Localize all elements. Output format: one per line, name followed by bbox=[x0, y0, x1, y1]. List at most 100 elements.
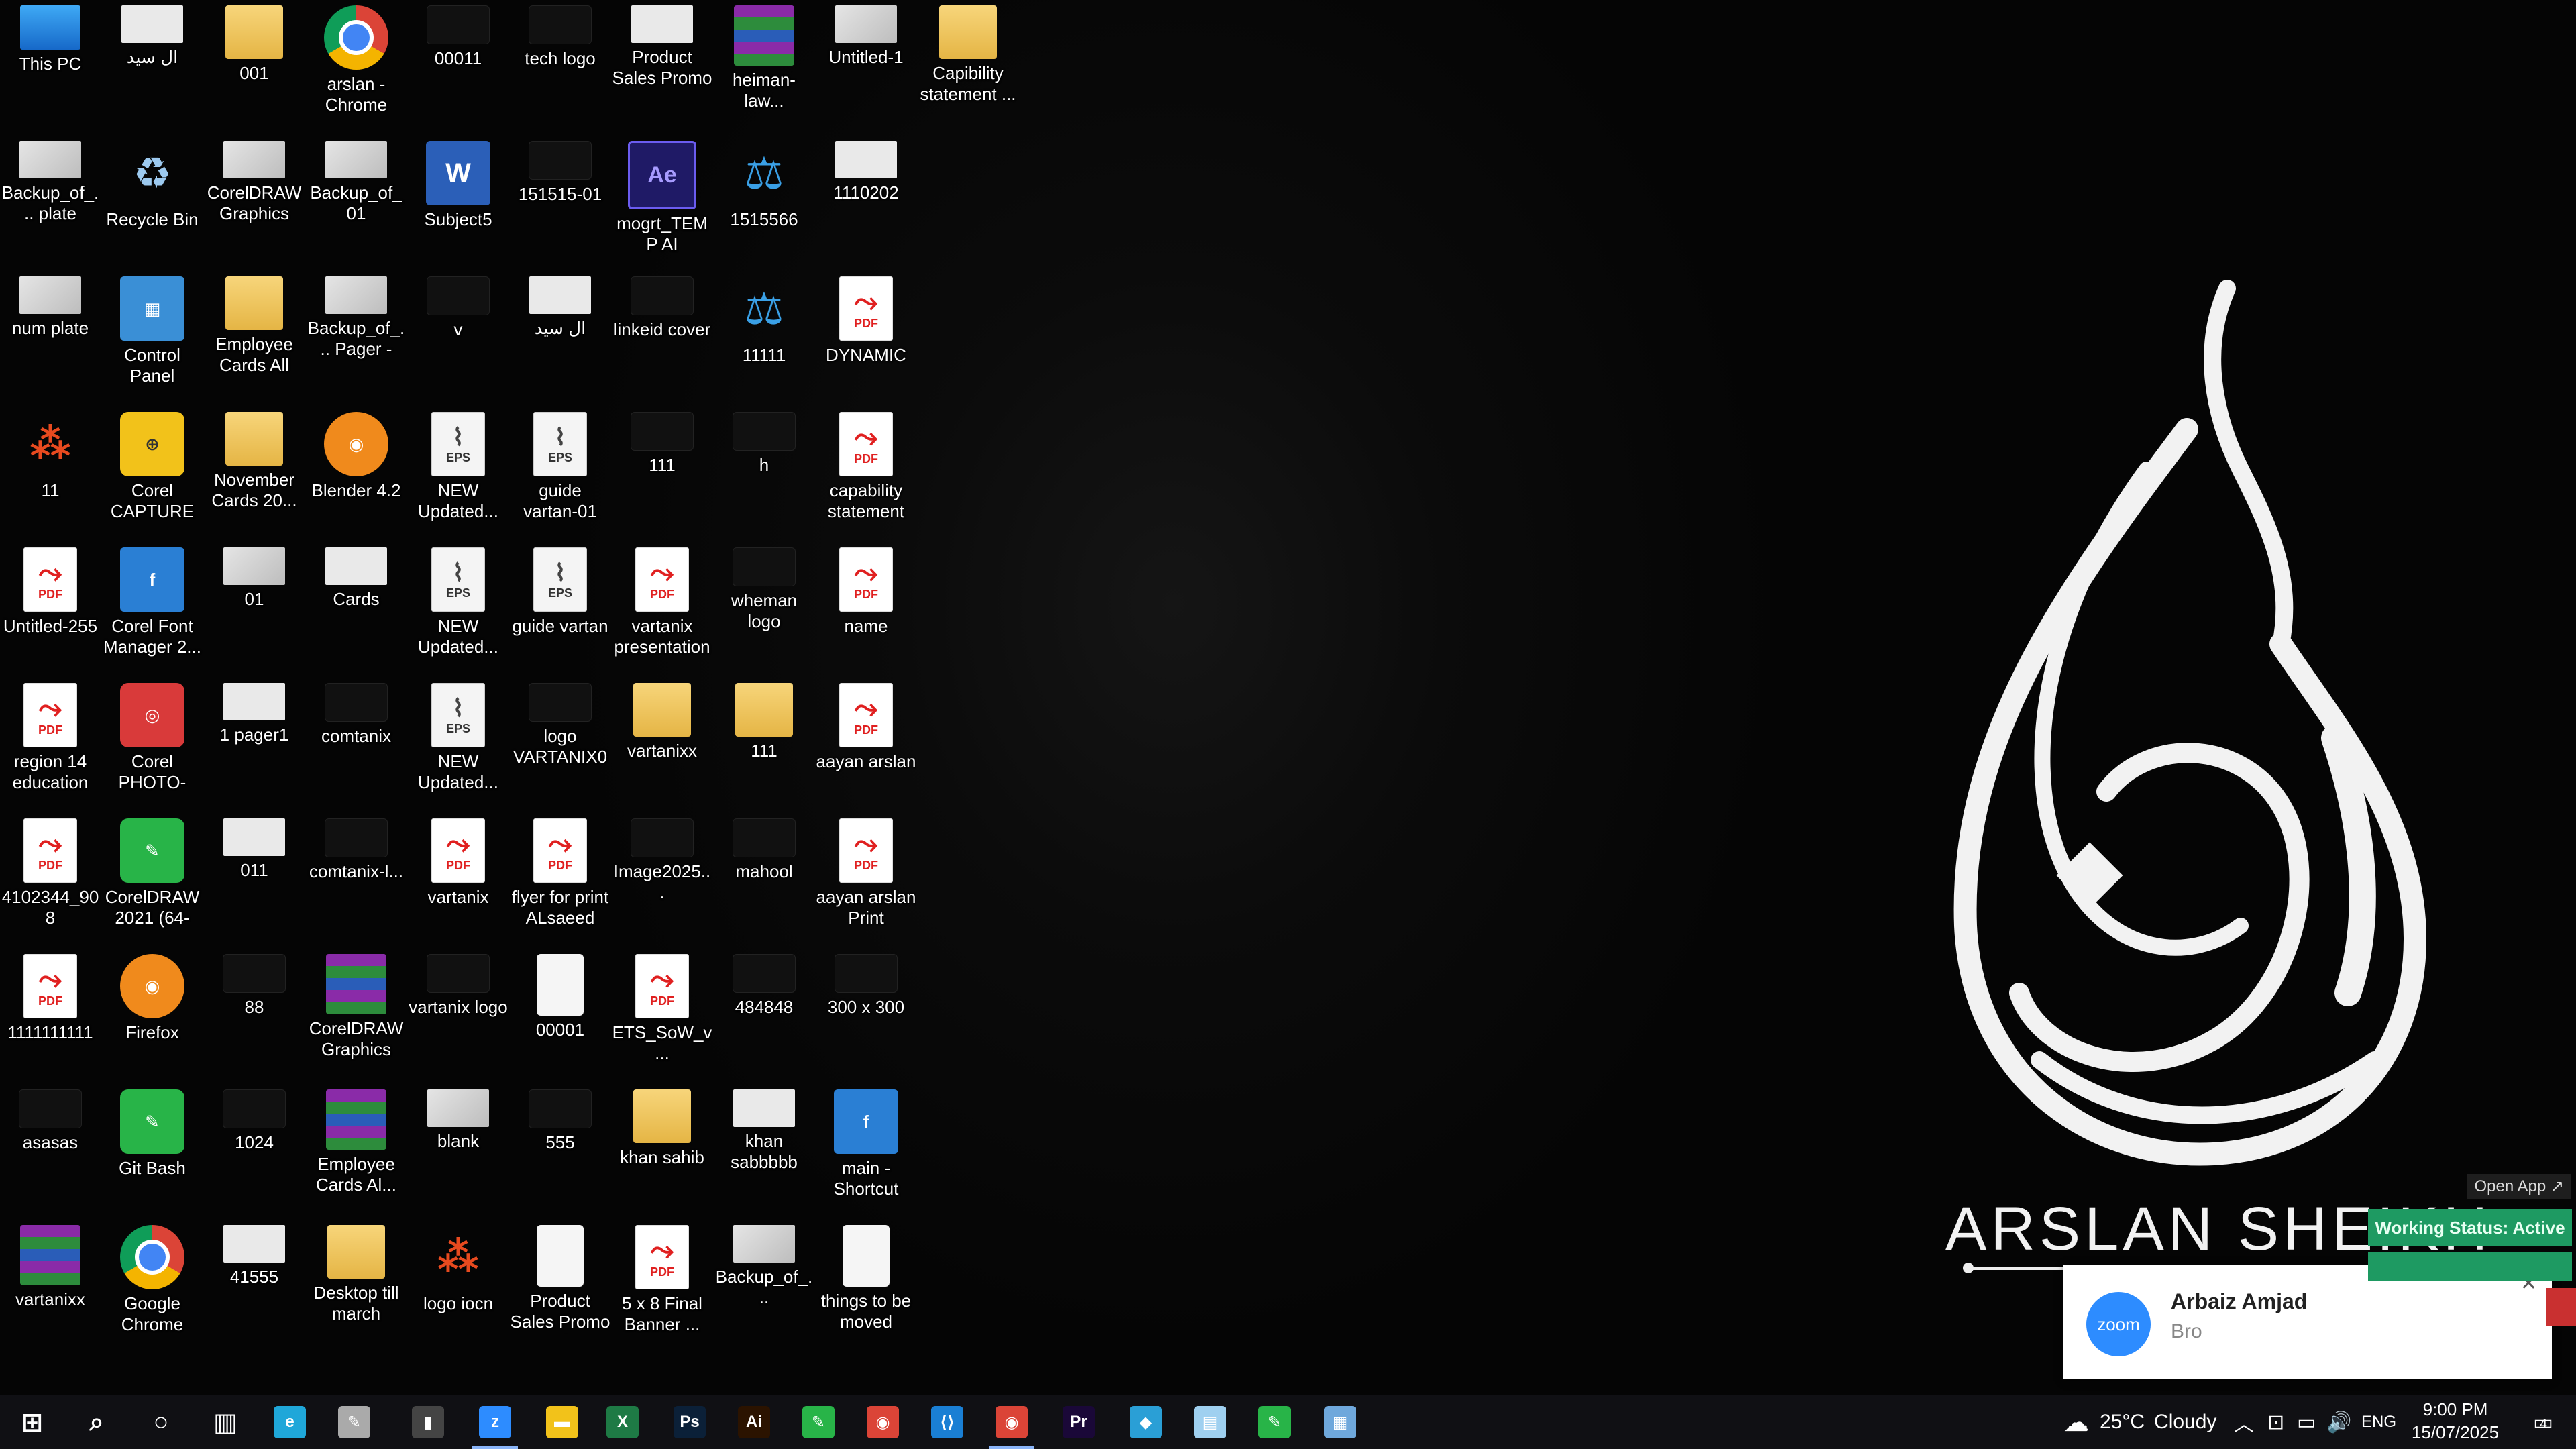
desktop-icon[interactable]: 011 bbox=[204, 813, 305, 945]
desktop-icon[interactable]: ⁂ logo iocn bbox=[408, 1220, 508, 1351]
desktop-icon[interactable]: ⤳ PDF vartanix presentation bbox=[612, 542, 712, 674]
desktop-icon[interactable]: ⚖ 11111 bbox=[714, 271, 814, 402]
desktop-icon[interactable]: ⤳ PDF ETS_SoW_v... bbox=[612, 949, 712, 1080]
desktop-icon[interactable]: Untitled-1 bbox=[816, 0, 916, 131]
desktop-icon[interactable]: ⊕Corel CAPTURE 2... bbox=[102, 407, 203, 538]
taskbar-illustrator-button[interactable]: Ai bbox=[722, 1395, 786, 1449]
desktop-icon[interactable]: ⌇ EPS guide vartan-01 bbox=[510, 407, 610, 538]
desktop-icon[interactable]: h bbox=[714, 407, 814, 538]
taskbar-calculator-button[interactable]: ▦ bbox=[1308, 1395, 1373, 1449]
taskbar-pen-button[interactable]: ✎ bbox=[322, 1395, 386, 1449]
desktop-icon[interactable]: 1110202 bbox=[816, 136, 916, 267]
desktop-icon[interactable]: 300 x 300 bbox=[816, 949, 916, 1080]
desktop-icon[interactable]: Employee Cards Al... bbox=[306, 1084, 407, 1216]
desktop-icon[interactable]: ⌇ EPS NEW Updated... bbox=[408, 678, 508, 809]
desktop-icon[interactable]: Backup_of_01 bbox=[306, 136, 407, 267]
desktop-icon[interactable]: logo VARTANIX01 bbox=[510, 678, 610, 809]
desktop-icon[interactable]: ▦ Control Panel bbox=[102, 271, 203, 402]
desktop-icon[interactable]: ⤳ PDF 1111111111 bbox=[0, 949, 101, 1080]
desktop-icon[interactable]: ⁂ 11 bbox=[0, 407, 101, 538]
desktop-icon[interactable]: ⤳ PDF Untitled-255 bbox=[0, 542, 101, 674]
chevron-up-icon[interactable]: ︿ bbox=[2234, 1395, 2254, 1449]
status-red-button[interactable] bbox=[2546, 1288, 2576, 1326]
desktop-icon[interactable]: 111 bbox=[714, 678, 814, 809]
desktop-icon[interactable]: ⌇ EPS guide vartan bbox=[510, 542, 610, 674]
desktop-icon[interactable]: Image2025... bbox=[612, 813, 712, 945]
desktop-icon[interactable]: ⌇ EPS NEW Updated... bbox=[408, 542, 508, 674]
desktop-icon[interactable]: ⤳ PDF 5 x 8 Final Banner ... bbox=[612, 1220, 712, 1351]
taskbar-cortana-button[interactable]: ○ bbox=[129, 1395, 193, 1449]
language-indicator[interactable]: ENG bbox=[2361, 1395, 2396, 1449]
desktop-icon[interactable]: ◉ Firefox bbox=[102, 949, 203, 1080]
desktop-icon[interactable]: num plate bbox=[0, 271, 101, 402]
desktop-icon[interactable]: CorelDRAW Graphics Su... bbox=[306, 949, 407, 1080]
desktop-icon[interactable]: vartanix logo bbox=[408, 949, 508, 1080]
taskbar-start-button[interactable]: ⊞ bbox=[0, 1395, 64, 1449]
desktop-icon[interactable]: ⤳ PDF name bbox=[816, 542, 916, 674]
desktop-icon[interactable]: 1024 bbox=[204, 1084, 305, 1216]
desktop-icon[interactable]: khan sahib bbox=[612, 1084, 712, 1216]
desktop-icon[interactable]: tech logo bbox=[510, 0, 610, 131]
desktop-icon[interactable]: ◉ Blender 4.2 bbox=[306, 407, 407, 538]
desktop-icon[interactable]: comtanix-l... bbox=[306, 813, 407, 945]
taskbar-coreldraw-button[interactable]: ✎ bbox=[786, 1395, 851, 1449]
desktop-icon[interactable]: ال سيد bbox=[510, 271, 610, 402]
taskbar-file-explorer-button[interactable]: ▬ bbox=[530, 1395, 594, 1449]
desktop-icon[interactable]: v bbox=[408, 271, 508, 402]
desktop-icon[interactable]: ال سيد bbox=[102, 0, 203, 131]
desktop-icon[interactable]: 88 bbox=[204, 949, 305, 1080]
taskbar-clock[interactable]: 9:00 PM 15/07/2025 bbox=[2402, 1398, 2509, 1444]
desktop-icon[interactable]: Product Sales Promo Pack... bbox=[510, 1220, 610, 1351]
desktop-icon[interactable]: Backup_of_... Pager - NY... bbox=[306, 271, 407, 402]
desktop-icon[interactable]: Product Sales Promo Pack... bbox=[612, 0, 712, 131]
desktop-icon[interactable]: ⤳PDFregion 14 education s... bbox=[0, 678, 101, 809]
desktop-icon[interactable]: This PC bbox=[0, 0, 101, 131]
desktop-icon[interactable]: ⤳PDFflyer for print ALsaeed po... bbox=[510, 813, 610, 945]
desktop-icon[interactable]: Backup_of_... plate bbox=[0, 136, 101, 267]
desktop-icon[interactable]: 001 bbox=[204, 0, 305, 131]
desktop-icon[interactable]: vartanixx bbox=[0, 1220, 101, 1351]
network-icon[interactable]: ▭ bbox=[2297, 1395, 2316, 1449]
desktop-icon[interactable]: ⌇ EPS NEW Updated... bbox=[408, 407, 508, 538]
desktop-icon[interactable]: ◎Corel PHOTO-PAI... bbox=[102, 678, 203, 809]
meet-now-icon[interactable]: ⊡ bbox=[2267, 1395, 2284, 1449]
desktop-icon[interactable]: wheman logo bbox=[714, 542, 814, 674]
desktop-icon[interactable]: 00011 bbox=[408, 0, 508, 131]
desktop-icon[interactable]: Capibility statement ... bbox=[918, 0, 1018, 131]
desktop-icon[interactable]: ⤳ PDF aayan arslan bbox=[816, 678, 916, 809]
taskbar-zoom-button[interactable]: z bbox=[463, 1395, 527, 1449]
desktop-icon[interactable]: W Subject5 bbox=[408, 136, 508, 267]
desktop-icon[interactable]: Cards bbox=[306, 542, 407, 674]
desktop-icon[interactable]: 484848 bbox=[714, 949, 814, 1080]
desktop-icon[interactable]: things to be moved bbox=[816, 1220, 916, 1351]
taskbar-vscode-button[interactable]: ⟨⟩ bbox=[915, 1395, 979, 1449]
desktop-icon[interactable]: mahool bbox=[714, 813, 814, 945]
desktop-icon[interactable]: ⤳ PDF DYNAMIC bbox=[816, 271, 916, 402]
desktop-icon[interactable]: khan sabbbbb bbox=[714, 1084, 814, 1216]
taskbar-edge-button[interactable]: e bbox=[258, 1395, 322, 1449]
desktop-icon[interactable]: ⤳ PDF aayan arslan Print bbox=[816, 813, 916, 945]
desktop-icon[interactable]: November Cards 20... bbox=[204, 407, 305, 538]
taskbar-app-shortcut-button[interactable]: ◆ bbox=[1114, 1395, 1178, 1449]
desktop-icon[interactable]: ✎CorelDRAW 2021 (64-Bit) bbox=[102, 813, 203, 945]
desktop-icon[interactable]: ⤳ PDF 4102344_908 bbox=[0, 813, 101, 945]
desktop-icon[interactable]: vartanixx bbox=[612, 678, 712, 809]
desktop-icon[interactable]: ⤳ PDF capability statement bbox=[816, 407, 916, 538]
taskbar-task-view-button[interactable]: ▥ bbox=[193, 1395, 258, 1449]
desktop-icon[interactable]: heiman-law... bbox=[714, 0, 814, 131]
desktop-icon[interactable]: f Corel Font Manager 2... bbox=[102, 542, 203, 674]
weather-widget[interactable]: ☁ 25°C Cloudy bbox=[2063, 1395, 2216, 1449]
desktop-icon[interactable]: ⤳ PDF vartanix bbox=[408, 813, 508, 945]
desktop-icon[interactable]: 1 pager1 bbox=[204, 678, 305, 809]
taskbar-notepad-button[interactable]: ▤ bbox=[1178, 1395, 1242, 1449]
open-app-button[interactable]: Open App ↗ bbox=[2467, 1174, 2571, 1199]
volume-icon[interactable]: 🔊 bbox=[2326, 1395, 2351, 1449]
taskbar-coreldraw-2-button[interactable]: ✎ bbox=[1242, 1395, 1307, 1449]
taskbar-excel-button[interactable]: X bbox=[590, 1395, 655, 1449]
desktop-icon[interactable]: comtanix bbox=[306, 678, 407, 809]
desktop-icon[interactable]: Backup_of_... bbox=[714, 1220, 814, 1351]
desktop-icon[interactable]: blank bbox=[408, 1084, 508, 1216]
desktop-icon[interactable]: ✎ Git Bash bbox=[102, 1084, 203, 1216]
desktop-icon[interactable]: 555 bbox=[510, 1084, 610, 1216]
desktop-icon[interactable]: Desktop till march bbox=[306, 1220, 407, 1351]
